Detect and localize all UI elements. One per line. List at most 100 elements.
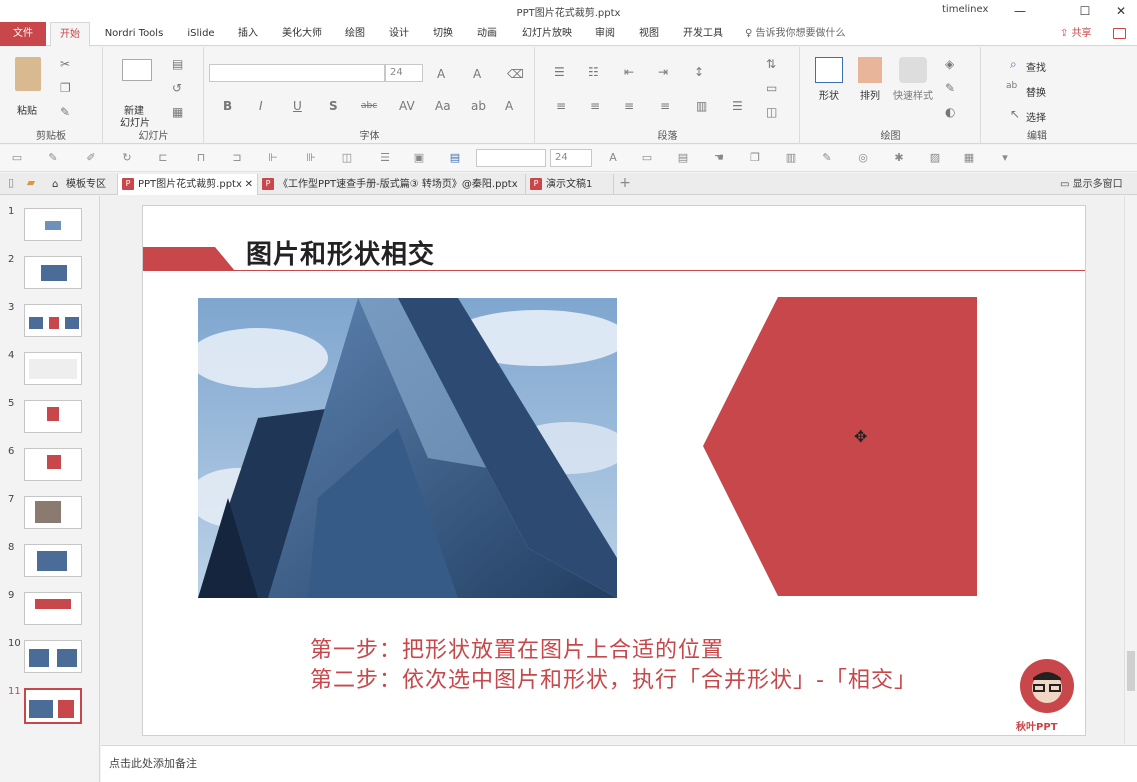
shapes-label[interactable]: 形状 [819, 87, 839, 102]
quick-copy-icon[interactable]: ❐ [748, 152, 762, 164]
find-button[interactable]: 查找 [1026, 59, 1046, 74]
align-icon[interactable]: ⊏ [156, 152, 170, 164]
arrange-label[interactable]: 排列 [860, 87, 880, 102]
strikethrough-button[interactable]: abc [361, 101, 377, 111]
quick-pen-icon[interactable]: ✎ [820, 152, 834, 164]
text-box-icon[interactable]: ▭ [10, 152, 24, 164]
smartart-icon[interactable]: ◫ [766, 105, 777, 119]
tab-islide[interactable]: iSlide [180, 22, 222, 46]
tab-animations[interactable]: 动画 [470, 22, 504, 46]
bold-button[interactable]: B [223, 99, 232, 113]
vertical-scrollbar[interactable] [1124, 196, 1137, 744]
tab-slideshow[interactable]: 幻灯片放映 [514, 22, 580, 46]
red-pentagon-shape[interactable] [703, 297, 977, 598]
quick-chart-icon[interactable]: ▥ [784, 152, 798, 164]
slide-thumbnail-6[interactable] [24, 448, 82, 481]
tab-insert[interactable]: 插入 [230, 22, 266, 46]
tab-nordri-tools[interactable]: Nordri Tools [98, 22, 170, 46]
increase-indent-icon[interactable]: ⇥ [658, 65, 668, 79]
quick-font-color-icon[interactable]: A [606, 152, 620, 164]
tab-beautify[interactable]: 美化大师 [276, 22, 328, 46]
new-doc-icon[interactable]: ▯ [4, 177, 18, 189]
scrollbar-thumb[interactable] [1127, 651, 1135, 691]
add-tab-icon[interactable]: + [618, 176, 632, 190]
font-color-icon[interactable]: A [505, 99, 513, 113]
bullets-icon[interactable]: ☰ [554, 65, 565, 79]
find-icon[interactable]: ⌕ [1010, 57, 1017, 72]
tab-developer[interactable]: 开发工具 [676, 22, 730, 46]
slide-thumbnail-4[interactable] [24, 352, 82, 385]
quick-font-select[interactable] [476, 149, 546, 167]
line-spacing-icon[interactable]: ↕ [694, 65, 704, 79]
brush-icon[interactable]: ✎ [46, 152, 60, 164]
paint-icon[interactable]: ✐ [84, 152, 98, 164]
paste-icon[interactable] [15, 57, 41, 91]
shape-effects-icon[interactable]: ◐ [945, 105, 955, 119]
change-case-icon[interactable]: Aa [435, 99, 451, 113]
align-center-v-icon[interactable]: ⊓ [194, 152, 208, 164]
quick-text-icon[interactable]: ▭ [640, 152, 654, 164]
doc-tab-current[interactable]: P PPT图片花式裁剪.pptx ✕ [118, 174, 258, 195]
doc-tab-presentation1[interactable]: P 演示文稿1 [526, 174, 614, 195]
font-size-select[interactable]: 24 [385, 64, 423, 82]
user-name[interactable]: timelinex [942, 4, 988, 15]
close-button[interactable]: ✕ [1106, 2, 1136, 20]
shapes-icon[interactable] [815, 57, 843, 83]
align-right-v-icon[interactable]: ⊐ [230, 152, 244, 164]
columns-icon[interactable]: ▥ [696, 99, 707, 113]
clear-format-icon[interactable]: ⌫ [507, 67, 524, 81]
text-direction-icon[interactable]: ⇅ [766, 57, 776, 71]
notes-placeholder[interactable]: 点击此处添加备注 [109, 755, 197, 771]
quick-table-icon[interactable]: ▦ [962, 152, 976, 164]
underline-button[interactable]: U [293, 99, 302, 113]
show-multi-window-button[interactable]: ▭ 显示多窗口 [1060, 174, 1123, 195]
save-icon[interactable]: ▤ [448, 152, 462, 164]
highlight-icon[interactable]: ab [471, 99, 486, 113]
format-painter-icon[interactable]: ✎ [60, 105, 70, 119]
shape-fill-icon[interactable]: ◈ [945, 57, 954, 71]
replace-button[interactable]: 替换 [1026, 84, 1046, 99]
notes-pane[interactable]: 点击此处添加备注 [101, 745, 1137, 782]
quick-effects-icon[interactable]: ✱ [892, 152, 906, 164]
decrease-font-icon[interactable]: A [473, 67, 481, 81]
slide-thumbnail-3[interactable] [24, 304, 82, 337]
font-name-select[interactable] [209, 64, 385, 82]
picture-icon[interactable]: ▣ [412, 152, 426, 164]
slide-thumbnail-10[interactable] [24, 640, 82, 673]
share-button[interactable]: ⇪ 共享 [1060, 22, 1092, 46]
quick-pointer-icon[interactable]: ☚ [712, 152, 726, 164]
shadow-button[interactable]: S [329, 99, 338, 113]
decrease-indent-icon[interactable]: ⇤ [624, 65, 634, 79]
tell-me-search[interactable]: ♀ 告诉我你想要做什么 [745, 22, 846, 46]
slide-title[interactable]: 图片和形状相交 [246, 234, 435, 271]
comment-icon[interactable] [1113, 28, 1126, 39]
group-objects-icon[interactable]: ◫ [340, 152, 354, 164]
step-2-text[interactable]: 第二步：依次选中图片和形状，执行「合并形状」-「相交」 [310, 662, 917, 694]
tab-view[interactable]: 视图 [632, 22, 666, 46]
tab-transitions[interactable]: 切换 [426, 22, 460, 46]
quick-image-icon[interactable]: ▨ [928, 152, 942, 164]
replace-icon[interactable]: ab [1006, 81, 1017, 91]
tab-review[interactable]: 审阅 [588, 22, 622, 46]
align-text-icon[interactable]: ▭ [766, 81, 777, 95]
cut-icon[interactable]: ✂ [60, 57, 70, 71]
quick-styles-icon[interactable] [899, 57, 927, 83]
distribute-h-icon[interactable]: ⊩ [266, 152, 280, 164]
distribute-icon[interactable]: ⊪ [304, 152, 318, 164]
slide-thumbnail-9[interactable] [24, 592, 82, 625]
close-tab-icon[interactable]: ✕ [245, 174, 253, 195]
minimize-button[interactable]: — [1005, 2, 1035, 20]
slide-thumbnail-2[interactable] [24, 256, 82, 289]
section-icon[interactable]: ▦ [172, 105, 183, 119]
char-spacing-icon[interactable]: AV [399, 99, 415, 113]
quick-shape-icon[interactable]: ◎ [856, 152, 870, 164]
increase-font-icon[interactable]: A [437, 67, 445, 81]
numbering-icon[interactable]: ☷ [588, 65, 599, 79]
rotate-icon[interactable]: ↻ [120, 152, 134, 164]
select-icon[interactable]: ↖ [1010, 107, 1020, 121]
layout-icon[interactable]: ▤ [172, 57, 183, 71]
shape-outline-icon[interactable]: ✎ [945, 81, 955, 95]
quick-size-select[interactable]: 24 [550, 149, 592, 167]
slide-thumbnail-7[interactable] [24, 496, 82, 529]
justify-icon[interactable]: ≡ [660, 99, 670, 113]
